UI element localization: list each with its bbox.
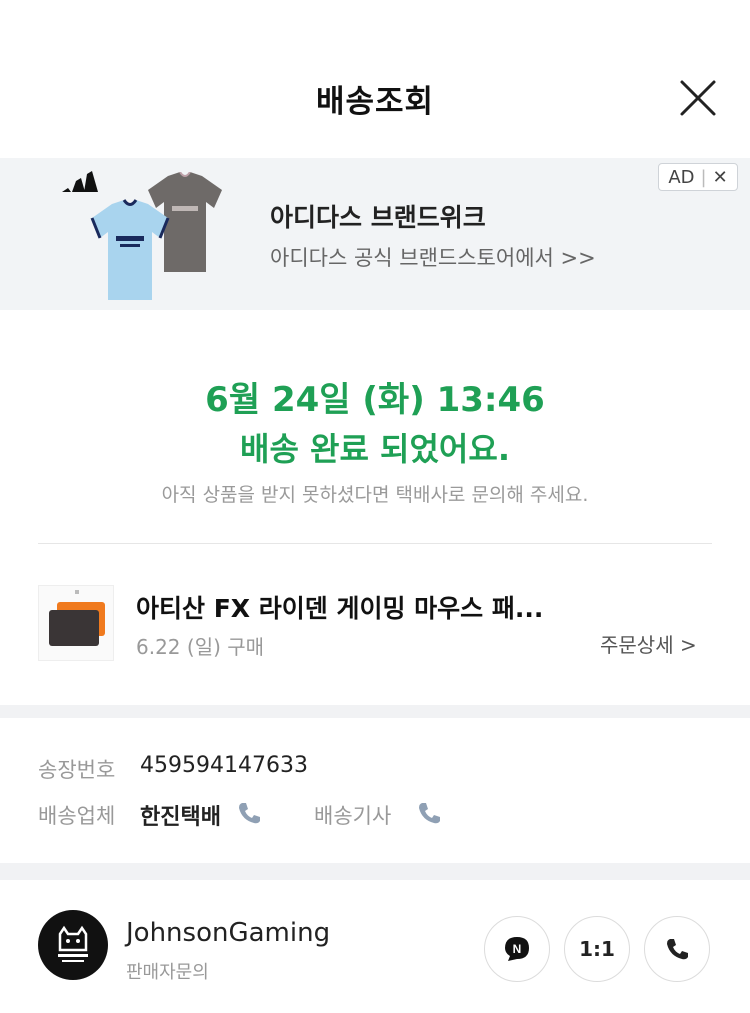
seller-inquiry-label: 판매자문의	[126, 962, 209, 983]
invoice-label: 송장번호	[38, 758, 116, 782]
tracking-info: 송장번호 459594147633 배송업체 한진택배 배송기사	[0, 718, 750, 863]
one-to-one-label: 1:1	[579, 937, 615, 961]
seller-name[interactable]: JohnsonGaming	[126, 918, 330, 948]
product-thumbnail	[38, 585, 114, 661]
driver-label: 배송기사	[314, 804, 392, 828]
mousepad-image	[49, 590, 105, 646]
carrier-phone-icon[interactable]	[236, 800, 262, 826]
delivery-complete-message: 배송 완료 되었어요.	[240, 430, 510, 468]
invoice-number[interactable]: 459594147633	[140, 753, 308, 778]
ad-separator: |	[700, 166, 707, 188]
phone-icon	[667, 939, 688, 960]
talk-button[interactable]: N	[484, 916, 550, 982]
ad-subtitle[interactable]: 아디다스 공식 브랜드스토어에서 >>	[270, 242, 596, 272]
blue-jersey-image	[90, 199, 170, 300]
one-to-one-chat-button[interactable]: 1:1	[564, 916, 630, 982]
section-separator	[0, 705, 750, 718]
svg-text:N: N	[513, 942, 522, 956]
carrier-name: 한진택배	[140, 805, 221, 830]
page-title: 배송조회	[315, 84, 435, 120]
section-separator	[0, 863, 750, 880]
order-detail-link[interactable]: 주문상세 >	[600, 629, 697, 658]
delivery-datetime: 6월 24일 (화) 13:46	[205, 380, 545, 420]
divider	[38, 543, 712, 544]
product-name[interactable]: 아티산 FX 라이덴 게이밍 마우스 패...	[136, 589, 543, 625]
close-icon	[680, 80, 716, 116]
close-button[interactable]	[676, 76, 720, 120]
ad-badge[interactable]: AD | ✕	[658, 163, 738, 191]
carrier-label: 배송업체	[38, 804, 116, 828]
seller-avatar	[38, 910, 108, 980]
header: 배송조회	[0, 0, 750, 160]
adidas-logo-icon	[62, 171, 98, 192]
delivery-note: 아직 상품을 받지 못하셨다면 택배사로 문의해 주세요.	[161, 484, 589, 506]
product-row[interactable]: 아티산 FX 라이덴 게이밍 마우스 패... 6.22 (일) 구매 주문상세…	[0, 545, 750, 705]
talktalk-icon: N	[505, 937, 529, 961]
seller-call-button[interactable]	[644, 916, 710, 982]
ad-title[interactable]: 아디다스 브랜드위크	[270, 198, 486, 234]
ad-label: AD	[668, 166, 695, 188]
driver-phone-icon[interactable]	[416, 800, 442, 826]
ad-close-icon[interactable]: ✕	[713, 167, 728, 188]
seller-section: JohnsonGaming 판매자문의 N 1:1	[0, 880, 750, 1013]
delivery-status: 6월 24일 (화) 13:46 배송 완료 되었어요. 아직 상품을 받지 못…	[0, 310, 750, 540]
purchase-date: 6.22 (일) 구매	[136, 635, 265, 659]
seller-logo-icon	[58, 925, 88, 962]
